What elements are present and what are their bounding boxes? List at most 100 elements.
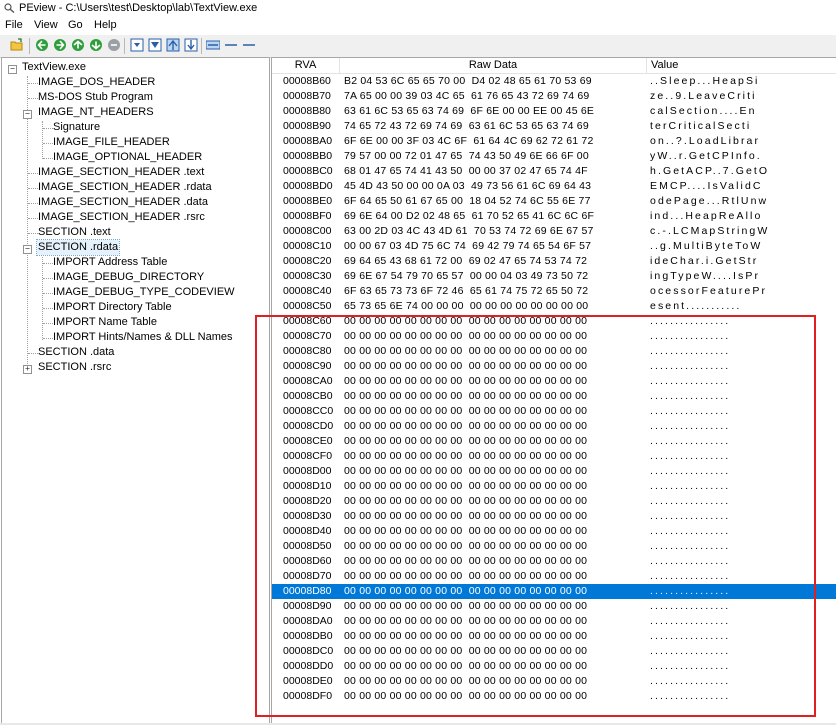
menu-file[interactable]: File <box>5 19 23 31</box>
collapse-icon[interactable]: − <box>23 110 32 119</box>
peview-app-icon <box>4 3 15 13</box>
tree-item-dos-stub[interactable]: MS-DOS Stub Program <box>37 90 154 105</box>
hex-row-raw-data: 74 65 72 43 72 69 74 69 63 61 6C 53 65 6… <box>344 120 589 132</box>
hex-row-value: ocessorFeaturePr <box>650 285 768 297</box>
highlight-annotation-box <box>255 315 816 717</box>
hex-row[interactable]: 00008BA0 6F 6E 00 00 3F 03 4C 6F 61 64 4C… <box>272 134 836 149</box>
hex-row-raw-data: 65 73 65 6E 74 00 00 00 00 00 00 00 00 0… <box>344 300 589 312</box>
toolbar-separator <box>124 38 125 54</box>
collapse-icon[interactable]: − <box>23 245 32 254</box>
detail-view-icon[interactable] <box>224 38 238 52</box>
hex-row-rva: 00008C40 <box>283 285 332 297</box>
hex-row-value: on..?.LoadLibrar <box>650 135 761 147</box>
hex-row[interactable]: 00008B80 63 61 6C 53 65 63 74 69 6F 6E 00… <box>272 104 836 119</box>
tree-item-file-header[interactable]: IMAGE_FILE_HEADER <box>52 135 171 150</box>
word-view-icon[interactable] <box>148 38 162 52</box>
grid-view-icon[interactable] <box>242 38 256 52</box>
title-bar: PEview - C:\Users\test\Desktop\lab\TextV… <box>0 0 836 17</box>
hex-row[interactable]: 00008BD0 45 4D 43 50 00 00 0A 03 49 73 56… <box>272 179 836 194</box>
up-icon[interactable] <box>71 38 85 52</box>
tree-item-section-data[interactable]: SECTION .data <box>37 345 115 360</box>
hex-row[interactable]: 00008C30 69 6E 67 54 79 70 65 57 00 00 04… <box>272 269 836 284</box>
hex-row-raw-data: 00 00 67 03 4D 75 6C 74 69 42 79 74 65 5… <box>344 240 592 252</box>
tree-item-import-name-table[interactable]: IMPORT Name Table <box>52 315 158 330</box>
hex-row-value: ind...HeapReAllo <box>650 210 763 222</box>
down-icon[interactable] <box>89 38 103 52</box>
tree-item-optional-header[interactable]: IMAGE_OPTIONAL_HEADER <box>52 150 203 165</box>
column-header-rva[interactable]: RVA <box>272 58 340 73</box>
dword-view-icon[interactable] <box>166 38 180 52</box>
hex-row-raw-data: 7A 65 00 00 39 03 4C 65 61 76 65 43 72 6… <box>344 90 590 102</box>
hex-row-raw-data: 63 00 2D 03 4C 43 4D 61 70 53 74 72 69 6… <box>344 225 594 237</box>
column-header-raw-data[interactable]: Raw Data <box>340 58 647 73</box>
hex-row-rva: 00008BB0 <box>283 150 333 162</box>
tree-item-import-directory-table[interactable]: IMPORT Directory Table <box>52 300 173 315</box>
hex-row-value: yW..r.GetCPInfo. <box>650 150 762 162</box>
hex-row-value: ..g.MultiByteToW <box>650 240 763 252</box>
tree-item-nt-headers[interactable]: IMAGE_NT_HEADERS <box>37 105 155 120</box>
hex-row[interactable]: 00008C20 69 64 65 43 68 61 72 00 69 02 47… <box>272 254 836 269</box>
hex-row-rva: 00008C50 <box>283 300 332 312</box>
hex-row-value: c.-.LCMapStringW <box>650 225 770 237</box>
tree-item-section-header-rdata[interactable]: IMAGE_SECTION_HEADER .rdata <box>37 180 213 195</box>
section-tree[interactable]: − TextView.exe IMAGE_DOS_HEADER MS-DOS S… <box>1 57 270 725</box>
hex-row[interactable]: 00008C10 00 00 67 03 4D 75 6C 74 69 42 79… <box>272 239 836 254</box>
hex-row[interactable]: 00008BC0 68 01 47 65 74 41 43 50 00 00 37… <box>272 164 836 179</box>
hex-row[interactable]: 00008C00 63 00 2D 03 4C 43 4D 61 70 53 74… <box>272 224 836 239</box>
byte-view-icon[interactable] <box>130 38 144 52</box>
tree-item-signature[interactable]: Signature <box>52 120 101 135</box>
hex-row-rva: 00008BC0 <box>283 165 333 177</box>
hex-row-raw-data: 63 61 6C 53 65 63 74 69 6F 6E 00 00 EE 0… <box>344 105 595 117</box>
hex-row-rva: 00008B60 <box>283 75 331 87</box>
tree-item-import-address-table[interactable]: IMPORT Address Table <box>52 255 168 270</box>
hex-row-value: ingTypeW....IsPr <box>650 270 761 282</box>
open-icon[interactable] <box>10 38 24 52</box>
tree-item-section-text[interactable]: SECTION .text <box>37 225 112 240</box>
hex-row-value: ideChar.i.GetStr <box>650 255 759 267</box>
hex-row-rva: 00008B80 <box>283 105 331 117</box>
column-header-value[interactable]: Value <box>647 58 836 73</box>
tree-item-section-header-text[interactable]: IMAGE_SECTION_HEADER .text <box>37 165 205 180</box>
home-icon[interactable] <box>107 38 121 52</box>
list-view-icon[interactable] <box>206 38 220 52</box>
hex-row-value: esent........... <box>650 300 742 312</box>
tree-item-dos-header[interactable]: IMAGE_DOS_HEADER <box>37 75 156 90</box>
tree-connector <box>42 121 43 159</box>
tree-item-root[interactable]: TextView.exe <box>21 60 87 75</box>
tree-item-debug-directory[interactable]: IMAGE_DEBUG_DIRECTORY <box>52 270 205 285</box>
menu-view[interactable]: View <box>34 19 58 31</box>
toolbar-separator <box>201 38 202 54</box>
hex-row[interactable]: 00008B70 7A 65 00 00 39 03 4C 65 61 76 65… <box>272 89 836 104</box>
hex-row-value: terCriticalSecti <box>650 120 752 132</box>
hex-row-raw-data: 69 6E 64 00 D2 02 48 65 61 70 52 65 41 6… <box>344 210 595 222</box>
forward-icon[interactable] <box>53 38 67 52</box>
hex-row[interactable]: 00008BE0 6F 64 65 50 61 67 65 00 18 04 52… <box>272 194 836 209</box>
tree-item-debug-codeview[interactable]: IMAGE_DEBUG_TYPE_CODEVIEW <box>52 285 236 300</box>
hex-row[interactable]: 00008B60 B2 04 53 6C 65 65 70 00 D4 02 48… <box>272 74 836 89</box>
tree-item-section-header-data[interactable]: IMAGE_SECTION_HEADER .data <box>37 195 209 210</box>
hex-row-value: EMCP....IsValidC <box>650 180 763 192</box>
tree-item-section-rdata[interactable]: SECTION .rdata <box>35 239 121 256</box>
hex-row[interactable]: 00008C40 6F 63 65 73 73 6F 72 46 65 61 74… <box>272 284 836 299</box>
hex-row[interactable]: 00008B90 74 65 72 43 72 69 74 69 63 61 6C… <box>272 119 836 134</box>
hex-row-raw-data: B2 04 53 6C 65 65 70 00 D4 02 48 65 61 7… <box>344 75 592 87</box>
tree-item-import-hints-names[interactable]: IMPORT Hints/Names & DLL Names <box>52 330 234 345</box>
qword-view-icon[interactable] <box>184 38 198 52</box>
tree-item-section-header-rsrc[interactable]: IMAGE_SECTION_HEADER .rsrc <box>37 210 206 225</box>
window-title: PEview - C:\Users\test\Desktop\lab\TextV… <box>19 2 258 14</box>
menu-help[interactable]: Help <box>94 19 117 31</box>
hex-row-rva: 00008BE0 <box>283 195 333 207</box>
hex-row[interactable]: 00008BB0 79 57 00 00 72 01 47 65 74 43 50… <box>272 149 836 164</box>
toolbar-separator <box>29 38 30 54</box>
back-icon[interactable] <box>35 38 49 52</box>
hex-row-value: ze..9.LeaveCriti <box>650 90 757 102</box>
hex-row-value: odePage...RtlUnw <box>650 195 769 207</box>
menu-go[interactable]: Go <box>68 19 83 31</box>
menu-bar: File View Go Help <box>0 17 836 35</box>
hex-row-raw-data: 6F 6E 00 00 3F 03 4C 6F 61 64 4C 69 62 7… <box>344 135 594 147</box>
tree-item-section-rsrc[interactable]: SECTION .rsrc <box>37 360 112 375</box>
hex-row[interactable]: 00008BF0 69 6E 64 00 D2 02 48 65 61 70 52… <box>272 209 836 224</box>
collapse-icon[interactable]: − <box>8 65 17 74</box>
expand-icon[interactable]: + <box>23 365 32 374</box>
hex-row[interactable]: 00008C50 65 73 65 6E 74 00 00 00 00 00 00… <box>272 299 836 314</box>
